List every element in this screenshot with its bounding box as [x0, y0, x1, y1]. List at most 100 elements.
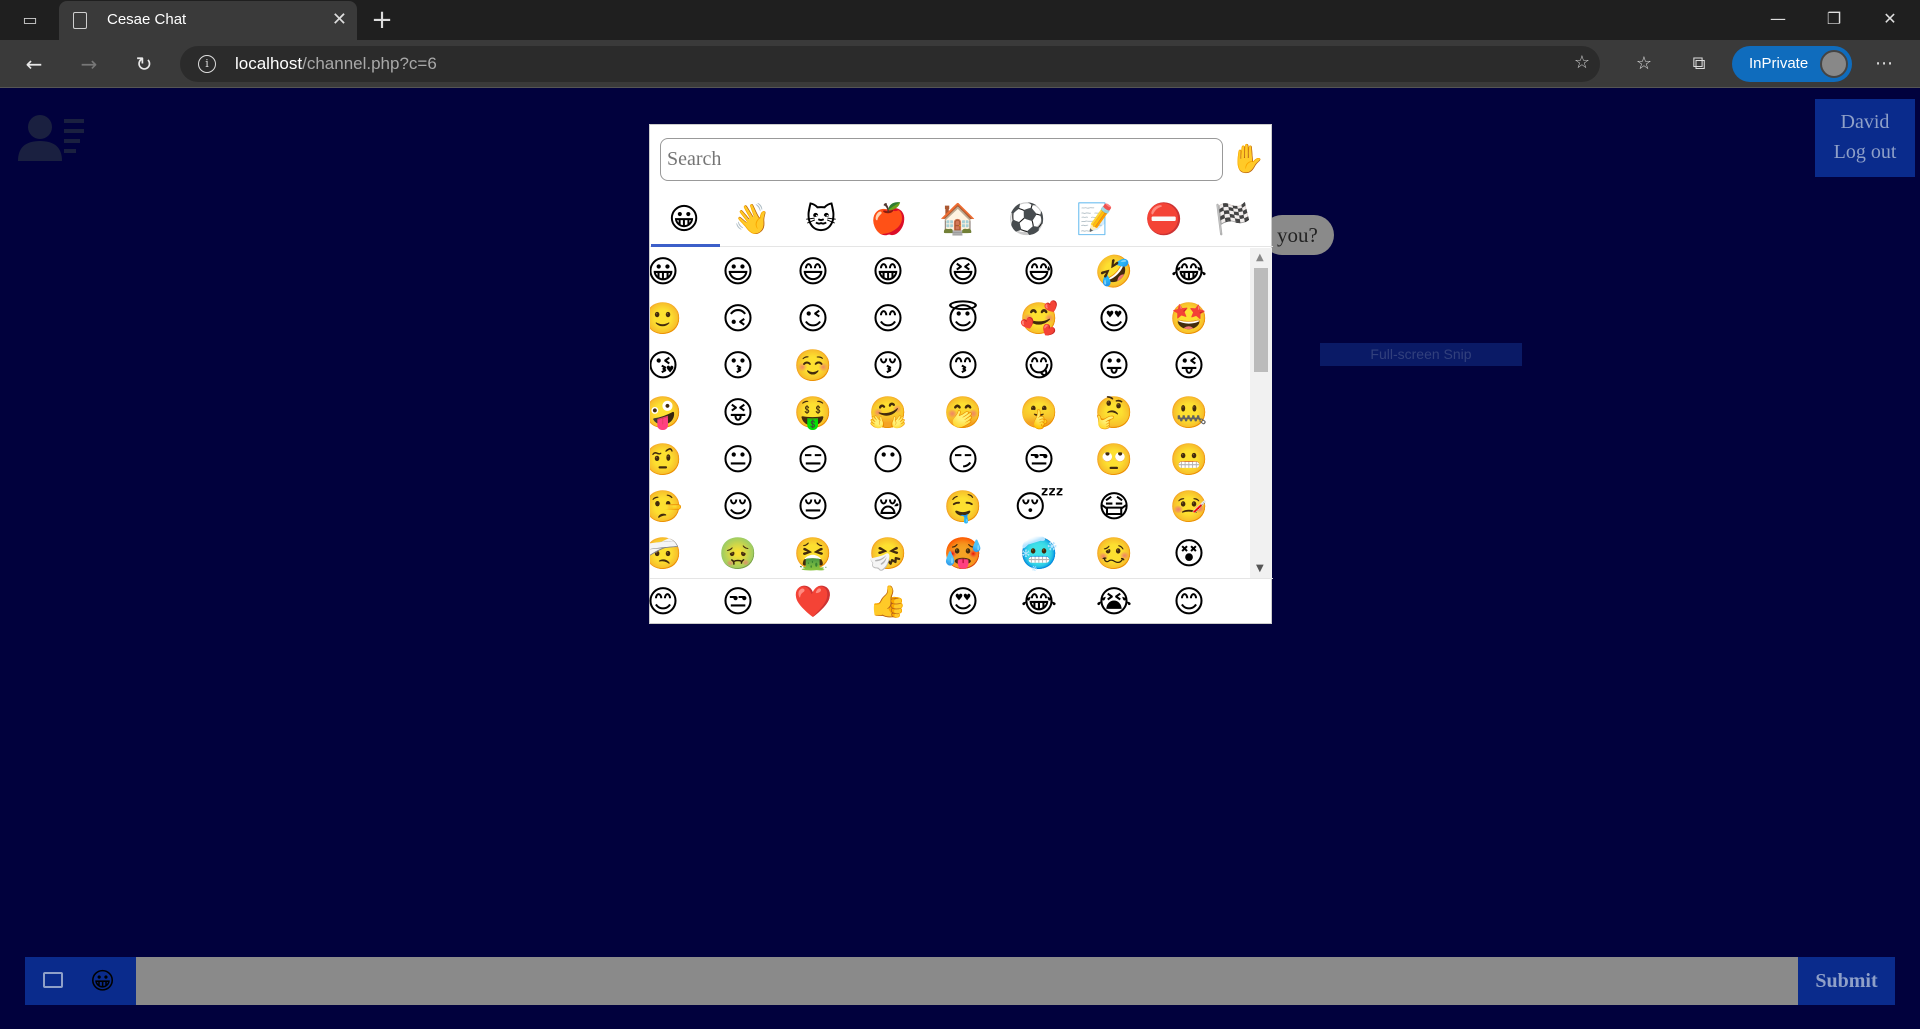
emoji-item[interactable]: 😋 — [1014, 342, 1064, 390]
collections-icon[interactable]: ⧉ — [1683, 48, 1715, 80]
image-upload-icon[interactable] — [43, 972, 63, 988]
recent-emoji-item[interactable]: 😭 — [1089, 578, 1139, 626]
emoji-item[interactable]: 🥵 — [938, 530, 988, 578]
emoji-item[interactable]: 😊 — [863, 295, 913, 343]
emoji-item[interactable]: 😌 — [713, 483, 763, 531]
emoji-item[interactable]: 😙 — [938, 342, 988, 390]
recent-emoji-item[interactable]: 😊 — [1164, 578, 1214, 626]
emoji-item[interactable]: 😘 — [650, 342, 688, 390]
close-window-icon[interactable]: ✕ — [1862, 0, 1918, 40]
emoji-item[interactable]: 😂 — [1164, 248, 1214, 296]
emoji-item[interactable]: 😁 — [863, 248, 913, 296]
emoji-item[interactable]: 🤮 — [788, 530, 838, 578]
emoji-item[interactable]: 😏 — [938, 436, 988, 484]
emoji-item[interactable]: 🤨 — [650, 436, 688, 484]
emoji-item[interactable]: 🤥 — [650, 483, 688, 531]
scrollbar[interactable]: ▲ ▼ — [1250, 248, 1272, 578]
emoji-item[interactable]: 🤑 — [788, 389, 838, 437]
emoji-item[interactable]: 😗 — [713, 342, 763, 390]
emoji-item[interactable]: 🙂 — [650, 295, 688, 343]
emoji-item[interactable]: 😛 — [1089, 342, 1139, 390]
tab-travel[interactable]: 🏠 — [930, 199, 986, 241]
inprivate-badge[interactable]: InPrivate — [1732, 46, 1852, 82]
skin-tone-button[interactable]: ✋ — [1230, 139, 1265, 179]
tab-people[interactable]: 👋 — [724, 199, 780, 241]
favorites-icon[interactable]: ☆ — [1628, 48, 1660, 80]
scrollbar-thumb[interactable] — [1254, 268, 1268, 372]
emoji-item[interactable]: 🤪 — [650, 389, 688, 437]
tab-objects[interactable]: 📝 — [1067, 199, 1123, 241]
emoji-item[interactable]: 🙄 — [1089, 436, 1139, 484]
emoji-item[interactable]: 😒 — [1014, 436, 1064, 484]
emoji-item[interactable]: 😑 — [788, 436, 838, 484]
address-bar[interactable]: i localhost/channel.php?c=6 ☆ — [180, 46, 1600, 82]
emoji-item[interactable]: 😅 — [1014, 248, 1064, 296]
emoji-item[interactable]: 😴 — [1014, 483, 1064, 531]
tab-food[interactable]: 🍎 — [861, 199, 917, 241]
submit-button[interactable]: Submit — [1798, 957, 1895, 1005]
logout-link[interactable]: Log out — [1815, 137, 1915, 167]
emoji-item[interactable]: 🤒 — [1164, 483, 1214, 531]
add-favorite-icon[interactable]: ☆ — [1574, 52, 1590, 73]
recent-emoji-item[interactable]: 😍 — [938, 578, 988, 626]
recent-emoji-item[interactable]: 👍 — [863, 578, 913, 626]
emoji-item[interactable]: 😃 — [713, 248, 763, 296]
emoji-item[interactable]: ☺️ — [788, 342, 838, 390]
emoji-item[interactable]: 😐 — [713, 436, 763, 484]
emoji-item[interactable]: 😀 — [650, 248, 688, 296]
back-icon[interactable]: ← — [18, 48, 50, 80]
emoji-item[interactable]: 🤔 — [1089, 389, 1139, 437]
emoji-item[interactable]: 🥴 — [1089, 530, 1139, 578]
emoji-item[interactable]: 😬 — [1164, 436, 1214, 484]
emoji-item[interactable]: 😆 — [938, 248, 988, 296]
site-info-icon[interactable]: i — [198, 55, 216, 73]
emoji-item[interactable]: 🤫 — [1014, 389, 1064, 437]
emoji-item[interactable]: 😄 — [788, 248, 838, 296]
emoji-item[interactable]: 🤗 — [863, 389, 913, 437]
emoji-item[interactable]: 😵 — [1164, 530, 1214, 578]
tab-actions-icon[interactable]: ▭ — [14, 8, 46, 32]
tab-smileys[interactable]: 😀 — [656, 199, 712, 241]
emoji-item[interactable]: 🥰 — [1014, 295, 1064, 343]
emoji-item[interactable]: 😚 — [863, 342, 913, 390]
emoji-item[interactable]: 😝 — [713, 389, 763, 437]
emoji-button[interactable]: 😀 — [90, 965, 115, 997]
tab-symbols[interactable]: ⛔ — [1136, 199, 1192, 241]
tab-animals[interactable]: 🐱 — [793, 199, 849, 241]
recent-emoji-item[interactable]: 😊 — [638, 578, 688, 626]
tab-flags[interactable]: 🏁 — [1205, 199, 1261, 241]
more-icon[interactable]: ⋯ — [1868, 48, 1900, 80]
emoji-item[interactable]: 🤢 — [713, 530, 763, 578]
emoji-search-input[interactable] — [660, 138, 1223, 181]
emoji-item[interactable]: 🤧 — [863, 530, 913, 578]
emoji-item[interactable]: 🤩 — [1164, 295, 1214, 343]
recent-emoji-item[interactable]: 😒 — [713, 578, 763, 626]
message-input[interactable] — [136, 957, 1798, 1005]
scroll-up-icon[interactable]: ▲ — [1256, 252, 1264, 263]
emoji-item[interactable]: 🤭 — [938, 389, 988, 437]
url-text[interactable]: localhost/channel.php?c=6 — [235, 54, 437, 74]
emoji-item[interactable]: 😪 — [863, 483, 913, 531]
recent-emoji-item[interactable]: 😂 — [1014, 578, 1064, 626]
contacts-icon[interactable] — [18, 113, 86, 163]
emoji-item[interactable]: 🤣 — [1089, 248, 1139, 296]
emoji-item[interactable]: 🙃 — [713, 295, 763, 343]
recent-emoji-item[interactable]: ❤️ — [788, 578, 838, 626]
emoji-item[interactable]: 😶 — [863, 436, 913, 484]
emoji-item[interactable]: 😇 — [938, 295, 988, 343]
emoji-item[interactable]: 😷 — [1089, 483, 1139, 531]
refresh-icon[interactable]: ↻ — [128, 48, 160, 80]
emoji-item[interactable]: 🤐 — [1164, 389, 1214, 437]
emoji-item[interactable]: 🥶 — [1014, 530, 1064, 578]
minimize-icon[interactable]: — — [1750, 0, 1806, 40]
emoji-item[interactable]: 😉 — [788, 295, 838, 343]
browser-tab[interactable]: Cesae Chat ✕ — [59, 1, 357, 40]
emoji-item[interactable]: 😍 — [1089, 295, 1139, 343]
new-tab-icon[interactable]: + — [368, 4, 396, 36]
restore-icon[interactable]: ❐ — [1806, 0, 1862, 40]
scroll-down-icon[interactable]: ▼ — [1256, 563, 1264, 574]
emoji-item[interactable]: 🤕 — [650, 530, 688, 578]
emoji-item[interactable]: 🤤 — [938, 483, 988, 531]
close-tab-icon[interactable]: ✕ — [332, 9, 347, 31]
tab-activities[interactable]: ⚽ — [999, 199, 1055, 241]
